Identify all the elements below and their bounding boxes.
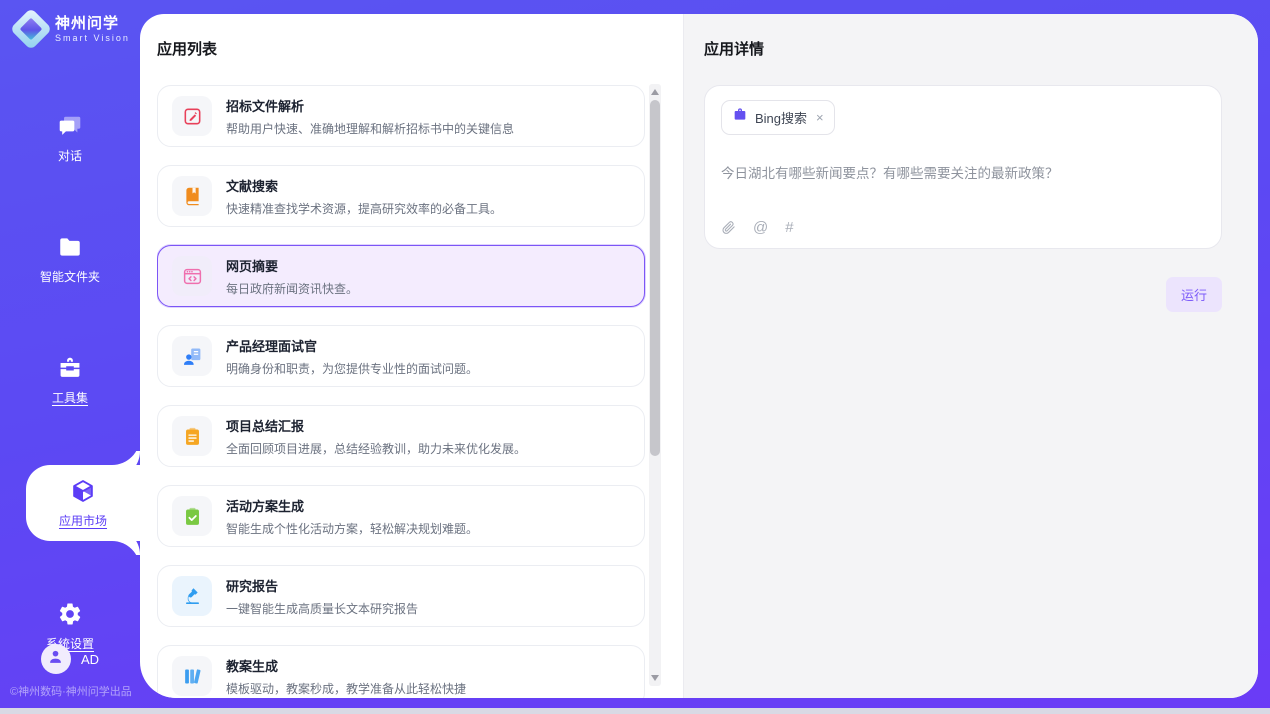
- app-card-title: 研究报告: [226, 576, 418, 595]
- sidebar-item-label: 对话: [58, 147, 82, 164]
- app-list-title: 应用列表: [157, 38, 683, 59]
- app-logo: 神州问学 Smart Vision: [0, 0, 140, 44]
- app-card-title: 招标文件解析: [226, 96, 514, 115]
- app-list: 招标文件解析 帮助用户快速、准确地理解和解析招标书中的关键信息 文献搜索 快速精…: [157, 85, 683, 698]
- app-detail-title: 应用详情: [704, 38, 1222, 59]
- app-card-desc: 模板驱动，教案秒成，教学准备从此轻松快捷: [226, 680, 466, 697]
- clipboard-icon: [172, 416, 212, 456]
- cube-icon: [69, 477, 97, 505]
- app-card[interactable]: 研究报告 一键智能生成高质量长文本研究报告: [157, 565, 645, 627]
- sidebar-item-smart-folder[interactable]: 智能文件夹: [0, 223, 140, 295]
- sidebar-item-app-market[interactable]: 应用市场: [26, 465, 140, 541]
- diamond-logo-icon: [10, 8, 52, 50]
- app-card-desc: 智能生成个性化活动方案，轻松解决规划难题。: [226, 520, 478, 537]
- app-card[interactable]: 活动方案生成 智能生成个性化活动方案，轻松解决规划难题。: [157, 485, 645, 547]
- pm-interview-icon: [172, 336, 212, 376]
- app-detail-panel: 应用详情 Bing搜索 × 今日湖北有哪些新闻要点？有哪些需要关注的最新政策？ …: [683, 14, 1258, 698]
- sidebar-item-label: 智能文件夹: [40, 268, 100, 285]
- sidebar-nav: 对话 智能文件夹 工具集 应用市场 系统设置: [0, 102, 140, 711]
- chat-icon: [56, 112, 84, 140]
- book-icon: [172, 176, 212, 216]
- paperclip-icon[interactable]: [721, 220, 736, 235]
- app-card-title: 文献搜索: [226, 176, 502, 195]
- sidebar-item-label: 工具集: [52, 389, 88, 406]
- chip-close-icon[interactable]: ×: [816, 111, 824, 124]
- doc-edit-icon: [172, 96, 212, 136]
- app-card-title: 教案生成: [226, 656, 466, 675]
- sidebar-item-toolset[interactable]: 工具集: [0, 344, 140, 416]
- browser-code-icon: [172, 256, 212, 296]
- app-card[interactable]: 文献搜索 快速精准查找学术资源，提高研究效率的必备工具。: [157, 165, 645, 227]
- app-card[interactable]: 教案生成 模板驱动，教案秒成，教学准备从此轻松快捷: [157, 645, 645, 698]
- logo-subtitle: Smart Vision: [55, 33, 130, 43]
- app-card-desc: 快速精准查找学术资源，提高研究效率的必备工具。: [226, 200, 502, 217]
- app-card[interactable]: 项目总结汇报 全面回顾项目进展，总结经验教训，助力未来优化发展。: [157, 405, 645, 467]
- prompt-card: Bing搜索 × 今日湖北有哪些新闻要点？有哪些需要关注的最新政策？ @#: [704, 85, 1222, 249]
- app-card-desc: 一键智能生成高质量长文本研究报告: [226, 600, 418, 617]
- at-icon[interactable]: @: [753, 219, 768, 236]
- app-card[interactable]: 招标文件解析 帮助用户快速、准确地理解和解析招标书中的关键信息: [157, 85, 645, 147]
- clipboard-check-icon: [172, 496, 212, 536]
- hash-icon[interactable]: #: [785, 219, 793, 236]
- app-card-desc: 全面回顾项目进展，总结经验教训，助力未来优化发展。: [226, 440, 526, 457]
- main-content: 应用列表 招标文件解析 帮助用户快速、准确地理解和解析招标书中的关键信息 文献搜…: [140, 14, 1258, 698]
- run-button[interactable]: 运行: [1166, 277, 1222, 312]
- briefcase-icon: [732, 107, 748, 128]
- scroll-down-icon[interactable]: [651, 675, 659, 681]
- books-icon: [172, 656, 212, 696]
- folder-icon: [56, 233, 84, 261]
- query-input[interactable]: 今日湖北有哪些新闻要点？有哪些需要关注的最新政策？: [721, 162, 1205, 182]
- logo-title: 神州问学: [55, 15, 130, 33]
- app-card[interactable]: 网页摘要 每日政府新闻资讯快查。: [157, 245, 645, 307]
- app-card-title: 项目总结汇报: [226, 416, 526, 435]
- app-card-desc: 帮助用户快速、准确地理解和解析招标书中的关键信息: [226, 120, 514, 137]
- gear-icon: [56, 600, 84, 628]
- user-name: AD: [81, 652, 99, 667]
- sidebar: 神州问学 Smart Vision 对话 智能文件夹 工具集 应用市场 系统设置…: [0, 0, 140, 708]
- avatar: [41, 644, 71, 674]
- scroll-up-icon[interactable]: [651, 89, 659, 95]
- sidebar-item-chat[interactable]: 对话: [0, 102, 140, 174]
- app-list-panel: 应用列表 招标文件解析 帮助用户快速、准确地理解和解析招标书中的关键信息 文献搜…: [140, 14, 683, 698]
- user-account[interactable]: AD: [0, 644, 140, 674]
- scrollbar-thumb[interactable]: [650, 100, 660, 456]
- copyright-footer: ©神州数码·神州问学出品: [10, 683, 132, 699]
- app-card[interactable]: 产品经理面试官 明确身份和职责，为您提供专业性的面试问题。: [157, 325, 645, 387]
- app-card-desc: 明确身份和职责，为您提供专业性的面试问题。: [226, 360, 478, 377]
- app-card-title: 活动方案生成: [226, 496, 478, 515]
- app-card-title: 网页摘要: [226, 256, 358, 275]
- attachment-toolbar: @#: [721, 219, 794, 236]
- tool-chip-bing-search[interactable]: Bing搜索 ×: [721, 100, 835, 135]
- tool-chip-label: Bing搜索: [755, 108, 807, 127]
- toolbox-icon: [56, 354, 84, 382]
- scrollbar[interactable]: [649, 84, 661, 686]
- sidebar-item-label: 应用市场: [59, 512, 107, 529]
- app-card-title: 产品经理面试官: [226, 336, 478, 355]
- microscope-icon: [172, 576, 212, 616]
- app-card-desc: 每日政府新闻资讯快查。: [226, 280, 358, 297]
